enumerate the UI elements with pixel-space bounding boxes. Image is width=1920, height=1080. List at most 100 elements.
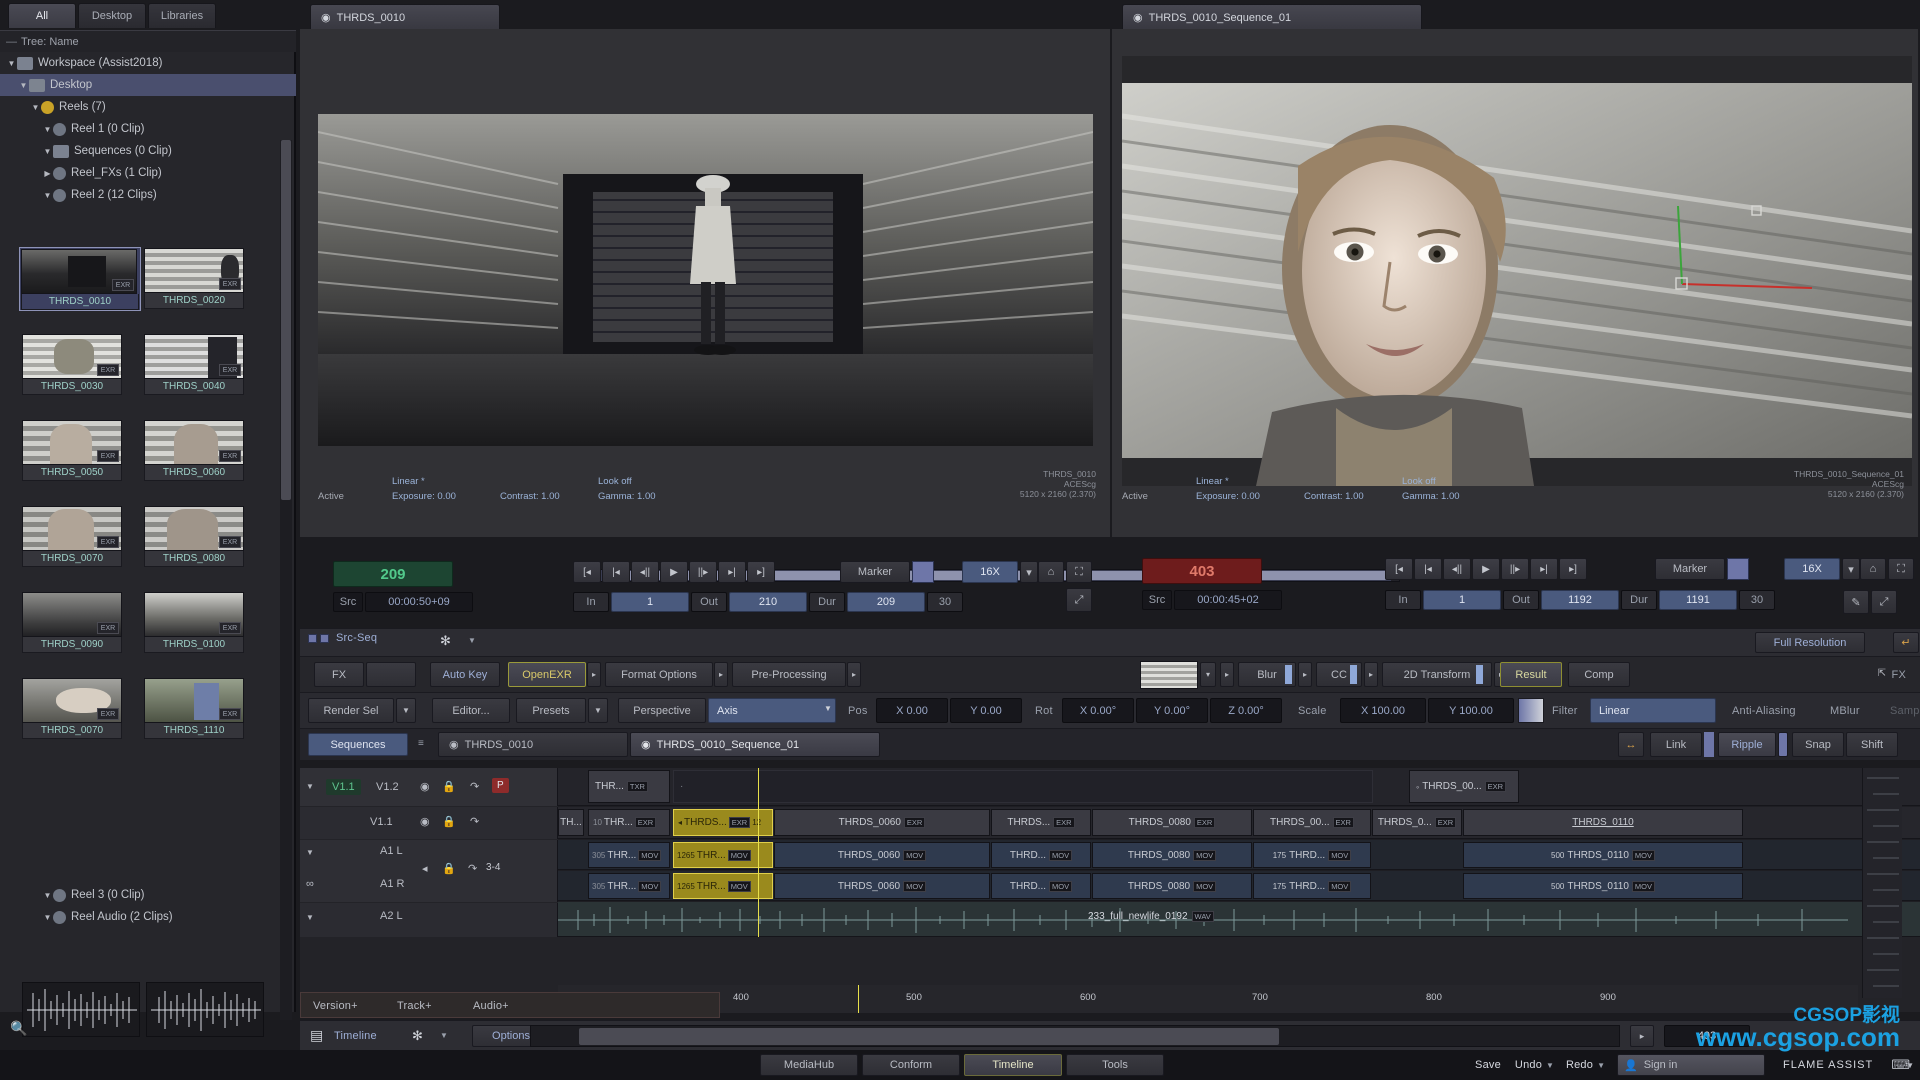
perspective-button[interactable]: Perspective: [618, 698, 706, 723]
marker-color-swatch[interactable]: [912, 561, 934, 583]
timeline-clip[interactable]: THRDS_0110: [1463, 809, 1743, 836]
chevron-down-icon[interactable]: ▼: [468, 636, 476, 645]
viewer-left[interactable]: Active Linear * Exposure: 0.00 Contrast:…: [300, 29, 1400, 582]
clip-thumbnail[interactable]: EXR THRDS_0100: [144, 592, 244, 654]
previous-frame-button[interactable]: |◂: [602, 561, 630, 583]
track-v12-label[interactable]: V1.2: [376, 781, 399, 793]
timeline-clip[interactable]: THRDS_0080 EXR: [1092, 809, 1252, 836]
src-toggle-icon[interactable]: [308, 633, 317, 643]
timeline-track-v11[interactable]: TH... 10 THR... EXR ◂ THRDS... EXR 12 TH…: [558, 807, 1920, 839]
fx-thumbnail[interactable]: [1140, 661, 1198, 689]
clip-thumbnail[interactable]: EXR THRDS_0020: [144, 248, 244, 310]
audio-thumbnail[interactable]: [22, 982, 140, 1037]
timeline-track-a1r[interactable]: 305 THR... MOV 1265 THR... MOV THRDS_006…: [558, 871, 1920, 901]
chevron-down-icon[interactable]: ▼: [6, 59, 17, 68]
pos-y-field[interactable]: Y 0.00: [950, 698, 1022, 723]
timeline-clip[interactable]: THRDS_0... EXR: [1372, 809, 1462, 836]
dur-field[interactable]: 209: [847, 592, 925, 612]
editor-button[interactable]: Editor...: [432, 698, 510, 723]
chevron-down-icon[interactable]: ▼: [1906, 1061, 1914, 1070]
viewer-right-timecode[interactable]: 403: [1142, 558, 1262, 584]
timeline-audio-clip[interactable]: THRDS_0080 MOV: [1092, 842, 1252, 868]
chevron-down-icon[interactable]: ▼: [440, 1031, 448, 1040]
chevron-right-icon[interactable]: ▶: [42, 169, 53, 178]
chevron-down-icon[interactable]: ▾: [1842, 558, 1860, 580]
fx-right-label[interactable]: FX: [1892, 669, 1906, 681]
viewer-right-look[interactable]: Look off: [1402, 476, 1436, 487]
chevron-down-icon[interactable]: ▼: [18, 81, 29, 90]
next-frame-button[interactable]: ▸|: [718, 561, 746, 583]
audio-add-button[interactable]: Audio+: [473, 1000, 509, 1012]
in-field[interactable]: 1: [1423, 590, 1501, 610]
timeline-audio-clip[interactable]: THRDS_0060 MOV: [774, 842, 990, 868]
tab-desktop[interactable]: Desktop: [78, 3, 146, 28]
tree-item-desktop[interactable]: ▼ Desktop: [0, 74, 296, 96]
clip-thumbnail[interactable]: EXR THRDS_0070: [22, 506, 122, 568]
out-field[interactable]: 1192: [1541, 590, 1619, 610]
chevron-down-icon[interactable]: ▼: [42, 891, 53, 900]
comp-button[interactable]: Comp: [1568, 662, 1630, 687]
timeline-track-v12[interactable]: THR... TXR · ◦ THRDS_00... EXR: [558, 768, 1920, 806]
rot-z-field[interactable]: Z 0.00°: [1210, 698, 1282, 723]
timeline-hscrollbar[interactable]: [530, 1025, 1620, 1047]
loop-icon[interactable]: ↷: [468, 862, 477, 875]
timeline-audio-clip[interactable]: 305 THR... MOV: [588, 873, 670, 899]
timeline-playhead[interactable]: [758, 768, 759, 937]
timeline-clip[interactable]: THRDS_00... EXR: [1253, 809, 1371, 836]
resize-icon[interactable]: ⤢: [1066, 588, 1092, 612]
viewer-right-contrast[interactable]: Contrast: 1.00: [1304, 491, 1364, 502]
timeline-clip[interactable]: ◦ THRDS_00... EXR: [1409, 770, 1519, 803]
src-seq-label[interactable]: Src-Seq: [336, 632, 377, 644]
track-a1l-label[interactable]: A1 L: [380, 845, 403, 857]
sequences-label[interactable]: Sequences: [308, 733, 408, 756]
rot-y-field[interactable]: Y 0.00°: [1136, 698, 1208, 723]
fit-icon[interactable]: ⛶: [1066, 561, 1092, 583]
tab-all[interactable]: All: [8, 3, 76, 28]
out-field[interactable]: 210: [729, 592, 807, 612]
timeline-label[interactable]: Timeline: [334, 1030, 377, 1042]
viewer-left-colorspace[interactable]: Linear *: [392, 476, 425, 487]
snap-button[interactable]: Snap: [1792, 732, 1844, 757]
in-field[interactable]: 1: [611, 592, 689, 612]
track-header-v11[interactable]: V1.1 ◉ 🔒 ↷: [300, 807, 558, 839]
scale-y-field[interactable]: Y 100.00: [1428, 698, 1514, 723]
full-resolution-button[interactable]: Full Resolution: [1755, 632, 1865, 653]
play-button[interactable]: ▶: [1472, 558, 1500, 580]
undo-button[interactable]: Undo: [1515, 1059, 1542, 1071]
lock-icon[interactable]: 🔒: [442, 815, 456, 828]
play-button[interactable]: ▶: [660, 561, 688, 583]
play-forward-button[interactable]: ||▸: [1501, 558, 1529, 580]
chevron-down-icon[interactable]: ▼: [30, 103, 41, 112]
fx-toggle-button[interactable]: [366, 662, 416, 687]
fit-icon[interactable]: ⛶: [1888, 558, 1914, 580]
module-tab-timeline[interactable]: Timeline: [964, 1054, 1062, 1076]
clip-thumbnail[interactable]: EXR THRDS_0010: [19, 247, 141, 311]
chevron-down-icon[interactable]: ▼: [306, 913, 314, 922]
chevron-down-icon[interactable]: ▼: [1546, 1061, 1554, 1070]
shift-button[interactable]: Shift: [1846, 732, 1898, 757]
timeline-audio-clip[interactable]: THRDS_0060 MOV: [774, 873, 990, 899]
viewer-left-gamma[interactable]: Gamma: 1.00: [598, 491, 656, 502]
pre-processing-button[interactable]: Pre-Processing: [732, 662, 846, 687]
clip-thumbnail[interactable]: EXR THRDS_0070: [22, 678, 122, 740]
home-icon[interactable]: ⌂: [1038, 561, 1064, 583]
timeline-a2-clip-label-group[interactable]: 233_full_newlife_0192 WAV: [1088, 911, 1214, 922]
timeline-audio-clip[interactable]: THRD... MOV: [991, 842, 1091, 868]
rot-x-field[interactable]: X 0.00°: [1062, 698, 1134, 723]
clip-thumbnail[interactable]: EXR THRDS_0040: [144, 334, 244, 396]
go-to-end-button[interactable]: ▸]: [1559, 558, 1587, 580]
module-tab-mediahub[interactable]: MediaHub: [760, 1054, 858, 1076]
lock-icon[interactable]: 🔒: [442, 780, 456, 793]
viewer-right-exposure[interactable]: Exposure: 0.00: [1196, 491, 1260, 502]
chevron-down-icon[interactable]: ▼: [1597, 1061, 1605, 1070]
seq-toggle-icon[interactable]: [320, 633, 329, 643]
module-tab-conform[interactable]: Conform: [862, 1054, 960, 1076]
chevron-down-icon[interactable]: ▼: [306, 848, 314, 857]
edit-icon[interactable]: ✎: [1843, 590, 1869, 614]
next-frame-button[interactable]: ▸|: [1530, 558, 1558, 580]
version-add-button[interactable]: Version+: [313, 1000, 358, 1012]
timeline-clip[interactable]: 10 THR... EXR: [588, 809, 670, 836]
timeline-audio-clip[interactable]: 175 THRD... MOV: [1253, 842, 1371, 868]
clip-thumbnail[interactable]: EXR THRDS_0080: [144, 506, 244, 568]
gear-icon[interactable]: ✻: [412, 1028, 423, 1044]
